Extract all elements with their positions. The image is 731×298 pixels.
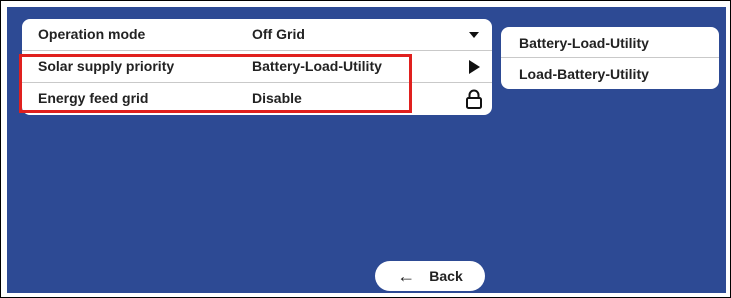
operation-mode-row[interactable]: Operation mode Off Grid xyxy=(22,19,492,51)
operation-mode-value: Off Grid xyxy=(252,26,305,42)
option-battery-load-utility[interactable]: Battery-Load-Utility xyxy=(501,27,719,58)
back-arrow-icon: ← xyxy=(397,266,416,286)
back-label: Back xyxy=(429,268,463,284)
solar-supply-priority-label: Solar supply priority xyxy=(38,58,175,74)
priority-options-panel: Battery-Load-Utility Load-Battery-Utilit… xyxy=(501,27,719,89)
solar-supply-priority-row[interactable]: Solar supply priority Battery-Load-Utili… xyxy=(22,51,492,83)
back-button[interactable]: ← Back xyxy=(375,261,485,291)
solar-supply-priority-value: Battery-Load-Utility xyxy=(252,58,382,74)
lock-icon xyxy=(462,87,486,111)
dropdown-caret-icon[interactable] xyxy=(462,23,486,47)
option-label: Battery-Load-Utility xyxy=(519,35,649,51)
settings-screen: Operation mode Off Grid Solar supply pri… xyxy=(7,7,726,293)
energy-feed-grid-row[interactable]: Energy feed grid Disable xyxy=(22,83,492,115)
play-arrow-icon[interactable] xyxy=(462,55,486,79)
energy-feed-grid-label: Energy feed grid xyxy=(38,90,149,106)
operation-mode-label: Operation mode xyxy=(38,26,146,42)
energy-feed-grid-value: Disable xyxy=(252,90,302,106)
settings-panel: Operation mode Off Grid Solar supply pri… xyxy=(22,19,492,115)
option-load-battery-utility[interactable]: Load-Battery-Utility xyxy=(501,58,719,89)
option-label: Load-Battery-Utility xyxy=(519,66,649,82)
screenshot-frame: Operation mode Off Grid Solar supply pri… xyxy=(0,0,731,298)
